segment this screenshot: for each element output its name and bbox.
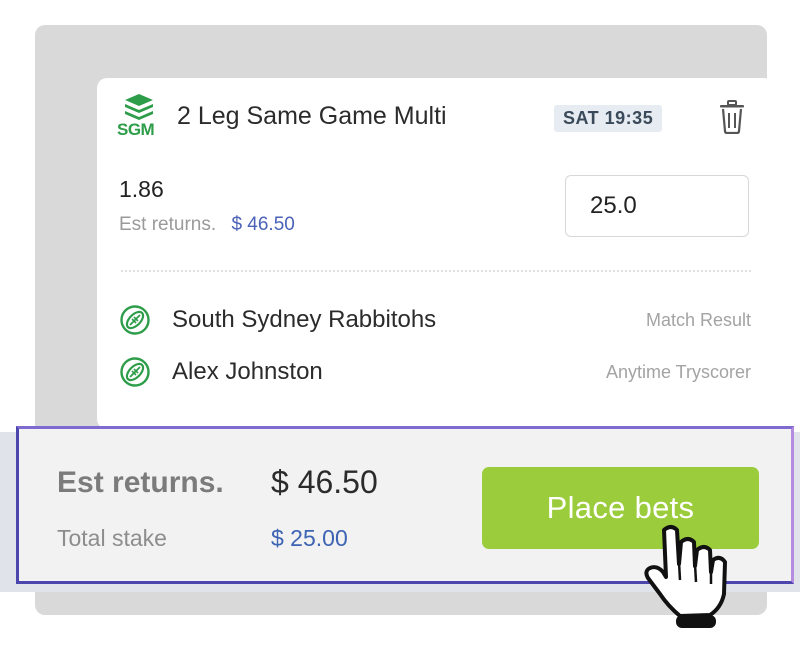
leg-market: Anytime Tryscorer (605, 362, 751, 382)
sgm-logo-text: SGM (117, 120, 155, 139)
bet-odds: 1.86 (119, 176, 164, 202)
divider (121, 270, 751, 272)
leg-item: South Sydney Rabbitohs Match Result (119, 302, 751, 338)
leg-selection: South Sydney Rabbitohs (172, 306, 437, 333)
footer-est-returns-label: Est returns. (57, 466, 224, 499)
bet-card: SGM 2 Leg Same Game Multi SAT 19:35 1.86… (97, 78, 774, 429)
event-time-badge: SAT 19:35 (554, 105, 663, 132)
total-stake-value: $ 25.00 (271, 525, 348, 551)
trash-icon[interactable] (717, 100, 747, 135)
stake-input[interactable] (565, 175, 749, 237)
total-stake-label: Total stake (57, 525, 167, 551)
footer-est-returns-value: $ 46.50 (271, 464, 378, 500)
leg-item: Alex Johnston Anytime Tryscorer (119, 354, 751, 390)
bet-est-returns: Est returns. $ 46.50 (119, 214, 295, 236)
leg-market: Match Result (645, 310, 751, 330)
rugby-ball-icon (119, 304, 151, 336)
leg-selection: Alex Johnston (172, 358, 323, 385)
rugby-ball-icon (119, 356, 151, 388)
est-returns-label: Est returns. (119, 214, 217, 235)
hand-pointer-icon (636, 522, 736, 632)
est-returns-value: $ 46.50 (231, 214, 295, 235)
bet-title: 2 Leg Same Game Multi (177, 102, 447, 130)
